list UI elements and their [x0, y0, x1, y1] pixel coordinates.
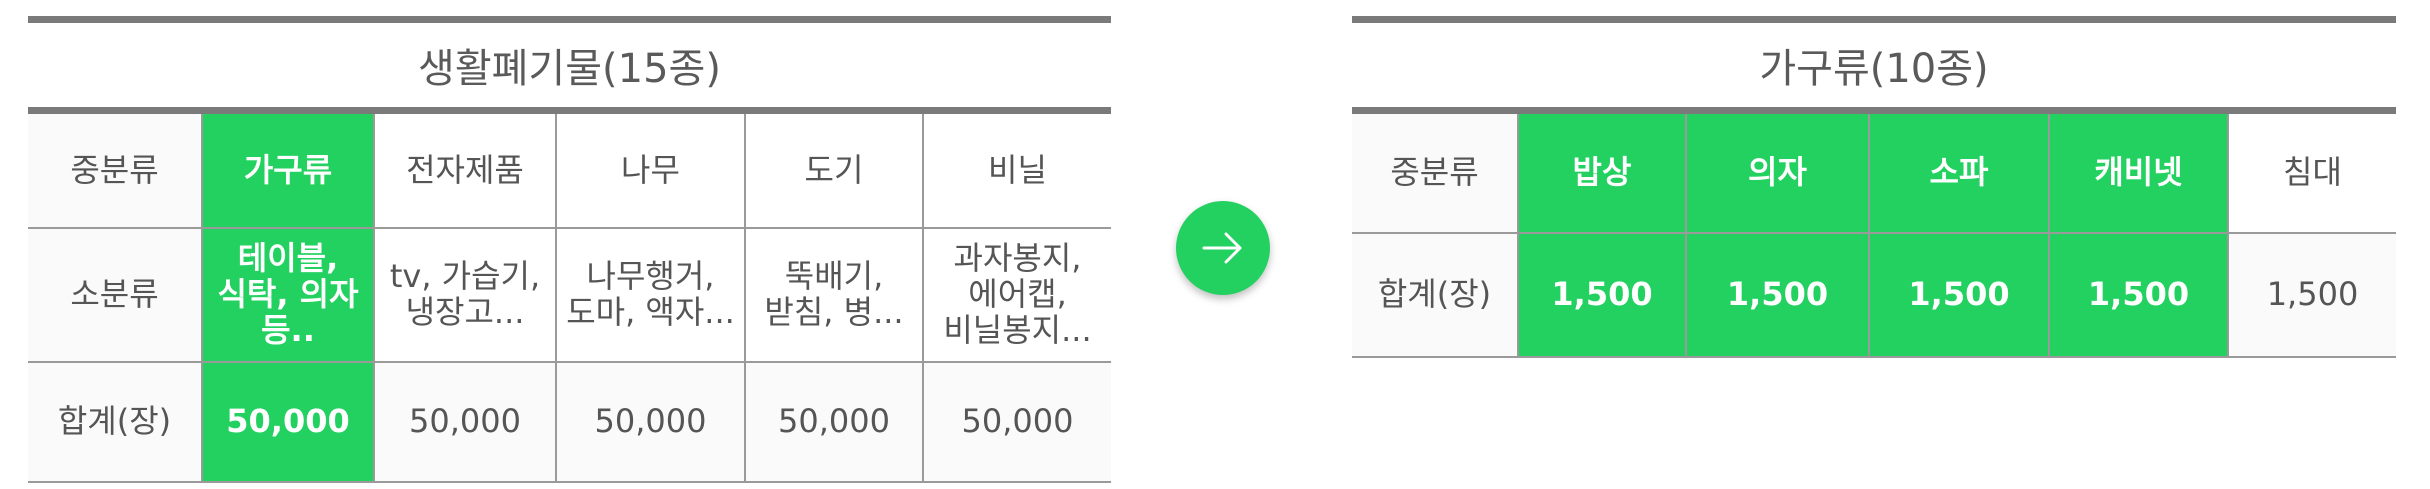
next-arrow-button[interactable]	[1176, 201, 1270, 295]
table-row: 중분류 밥상 의자 소파 캐비넷 침대	[1352, 114, 2396, 234]
total-cell-ceramics: 50,000	[744, 361, 924, 483]
table-row: 중분류 가구류 전자제품 나무 도기 비닐	[28, 114, 1111, 229]
total-cell-vinyl: 50,000	[922, 361, 1111, 483]
subcategory-cell-furniture: 테이블, 식탁, 의자 등..	[201, 227, 375, 363]
subcategory-cell-electronics: tv, 가습기, 냉장고...	[373, 227, 557, 363]
category-cell-dining-table[interactable]: 밥상	[1517, 114, 1687, 234]
category-cell-furniture[interactable]: 가구류	[201, 114, 375, 229]
furniture-detail-table: 중분류 밥상 의자 소파 캐비넷 침대 합계(장) 1,500 1,500 1,…	[1352, 114, 2396, 358]
waste-category-panel: 생활폐기물(15종) 중분류 가구류 전자제품 나무 도기 비닐 소분류 테이블…	[28, 16, 1111, 483]
subcategory-cell-ceramics: 뚝배기, 받침, 병...	[744, 227, 924, 363]
row-header-total: 합계(장)	[28, 361, 203, 483]
category-cell-cabinet[interactable]: 캐비넷	[2048, 114, 2229, 234]
row-header-total: 합계(장)	[1352, 232, 1519, 358]
category-cell-chair[interactable]: 의자	[1685, 114, 1870, 234]
table-row: 소분류 테이블, 식탁, 의자 등.. tv, 가습기, 냉장고... 나무행거…	[28, 227, 1111, 363]
total-cell-dining-table: 1,500	[1517, 232, 1687, 358]
total-cell-bed: 1,500	[2227, 232, 2396, 358]
furniture-detail-panel: 가구류(10종) 중분류 밥상 의자 소파 캐비넷 침대 합계(장) 1,500…	[1352, 16, 2396, 358]
total-cell-electronics: 50,000	[373, 361, 557, 483]
total-cell-furniture: 50,000	[201, 361, 375, 483]
row-header-category: 중분류	[28, 114, 203, 229]
subcategory-text: 테이블, 식탁, 의자 등..	[217, 239, 359, 349]
total-cell-cabinet: 1,500	[2048, 232, 2229, 358]
total-cell-sofa: 1,500	[1868, 232, 2050, 358]
total-cell-chair: 1,500	[1685, 232, 1870, 358]
row-header-subcategory: 소분류	[28, 227, 203, 363]
category-cell-wood[interactable]: 나무	[555, 114, 746, 229]
category-cell-vinyl[interactable]: 비닐	[922, 114, 1111, 229]
waste-category-table: 중분류 가구류 전자제품 나무 도기 비닐 소분류 테이블, 식탁, 의자 등.…	[28, 114, 1111, 483]
subcategory-cell-vinyl: 과자봉지, 에어캡, 비닐봉지...	[922, 227, 1111, 363]
total-cell-wood: 50,000	[555, 361, 746, 483]
table-row: 합계(장) 1,500 1,500 1,500 1,500 1,500	[1352, 232, 2396, 358]
table-row: 합계(장) 50,000 50,000 50,000 50,000 50,000	[28, 361, 1111, 483]
subcategory-text: 나무행거, 도마, 액자...	[566, 257, 735, 331]
category-cell-bed[interactable]: 침대	[2227, 114, 2396, 234]
subcategory-cell-wood: 나무행거, 도마, 액자...	[555, 227, 746, 363]
arrow-right-icon	[1202, 232, 1242, 264]
category-cell-sofa[interactable]: 소파	[1868, 114, 2050, 234]
category-cell-electronics[interactable]: 전자제품	[373, 114, 557, 229]
subcategory-text: tv, 가습기, 냉장고...	[389, 257, 541, 331]
category-cell-ceramics[interactable]: 도기	[744, 114, 924, 229]
row-header-category: 중분류	[1352, 114, 1519, 234]
subcategory-text: 뚝배기, 받침, 병...	[764, 257, 904, 331]
subcategory-text: 과자봉지, 에어캡, 비닐봉지...	[943, 239, 1092, 349]
panel-title: 생활폐기물(15종)	[28, 16, 1111, 114]
panel-title: 가구류(10종)	[1352, 16, 2396, 114]
